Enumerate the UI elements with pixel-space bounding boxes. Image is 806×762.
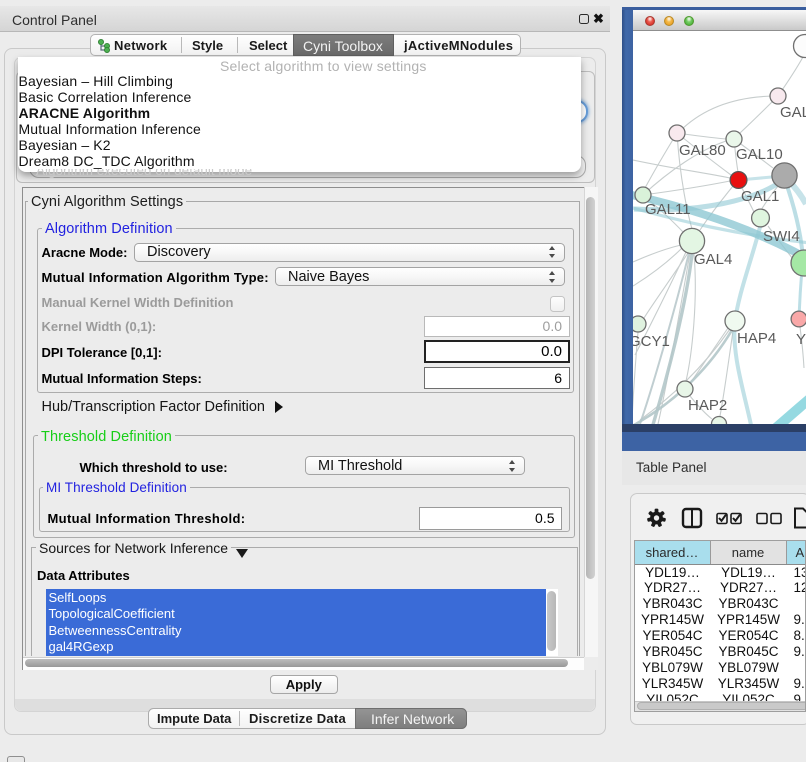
- svg-text:HAP4: HAP4: [737, 330, 776, 347]
- svg-text:HAP2: HAP2: [688, 397, 727, 414]
- svg-text:GAL10: GAL10: [736, 146, 783, 163]
- svg-text:GAL11: GAL11: [645, 201, 691, 218]
- svg-text:GAL2: GAL2: [780, 104, 806, 121]
- svg-text:GCY1: GCY1: [633, 333, 670, 350]
- svg-text:GAL80: GAL80: [679, 142, 726, 159]
- svg-text:GAL4: GAL4: [694, 251, 732, 268]
- svg-text:SWI4: SWI4: [763, 228, 800, 245]
- svg-text:GAL1: GAL1: [741, 188, 779, 205]
- svg-text:YB: YB: [796, 331, 806, 348]
